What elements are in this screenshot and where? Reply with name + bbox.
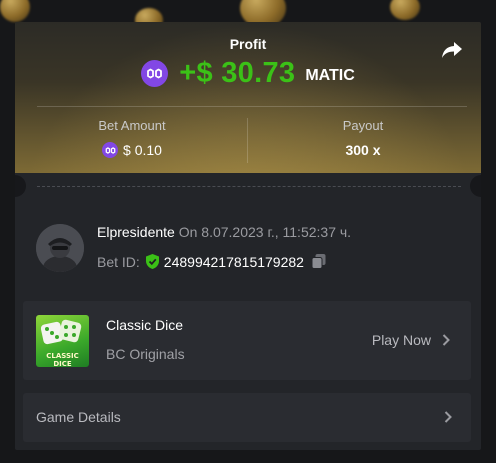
matic-icon [102, 142, 119, 158]
bet-amount-stat: Bet Amount $ 0.10 [17, 118, 247, 158]
chevron-right-icon [439, 333, 453, 347]
profit-label: Profit [229, 36, 267, 52]
coin-decoration [390, 0, 420, 20]
bet-id-line: Bet ID: 248994217815179282 [97, 253, 327, 270]
classic-dice-thumbnail[interactable]: CLASSIC DICE [36, 315, 89, 367]
avatar[interactable] [36, 224, 84, 272]
ticket-notch [15, 175, 26, 197]
profit-currency: MATIC [305, 66, 355, 84]
game-details-label: Game Details [36, 409, 121, 425]
payout-value: 300 x [345, 142, 381, 158]
game-provider: BC Originals [106, 346, 185, 362]
bet-amount-value-row: $ 0.10 [17, 142, 247, 158]
share-icon[interactable] [440, 39, 464, 61]
thumbnail-caption: CLASSIC DICE [46, 352, 79, 367]
profit-header: Profit +$ 30.73 MATIC Bet Amount $ 0.10 … [15, 22, 481, 173]
payout-stat: Payout 300 x [248, 118, 478, 158]
profit-row: +$ 30.73 MATIC [15, 57, 481, 90]
game-name: Classic Dice [106, 317, 184, 333]
game-panel[interactable]: CLASSIC DICE Classic Dice BC Originals P… [23, 301, 471, 380]
username[interactable]: Elpresidente [97, 224, 175, 240]
verified-shield-icon [145, 253, 160, 270]
game-details-row[interactable]: Game Details [23, 393, 471, 442]
bet-user-line: Elpresidente On 8.07.2023 г., 11:52:37 ч… [97, 224, 351, 240]
copy-icon[interactable] [311, 253, 327, 270]
dashed-separator [37, 186, 461, 187]
bet-amount-label: Bet Amount [98, 118, 166, 133]
payout-label: Payout [342, 118, 384, 133]
coin-decoration [0, 0, 30, 22]
play-now-label: Play Now [371, 332, 431, 348]
play-now-button[interactable]: Play Now [372, 332, 453, 348]
chevron-right-icon [441, 410, 455, 424]
bet-detail-card: Profit +$ 30.73 MATIC Bet Amount $ 0.10 … [15, 22, 481, 450]
bet-amount-value: $ 0.10 [123, 142, 162, 158]
bet-id-value: 248994217815179282 [163, 253, 304, 270]
divider [37, 106, 467, 107]
bet-id-label: Bet ID: [97, 253, 140, 270]
profit-amount: +$ 30.73 [179, 57, 296, 89]
matic-icon [141, 60, 169, 87]
ticket-notch [470, 175, 481, 197]
bet-date: On 8.07.2023 г., 11:52:37 ч. [178, 224, 352, 240]
